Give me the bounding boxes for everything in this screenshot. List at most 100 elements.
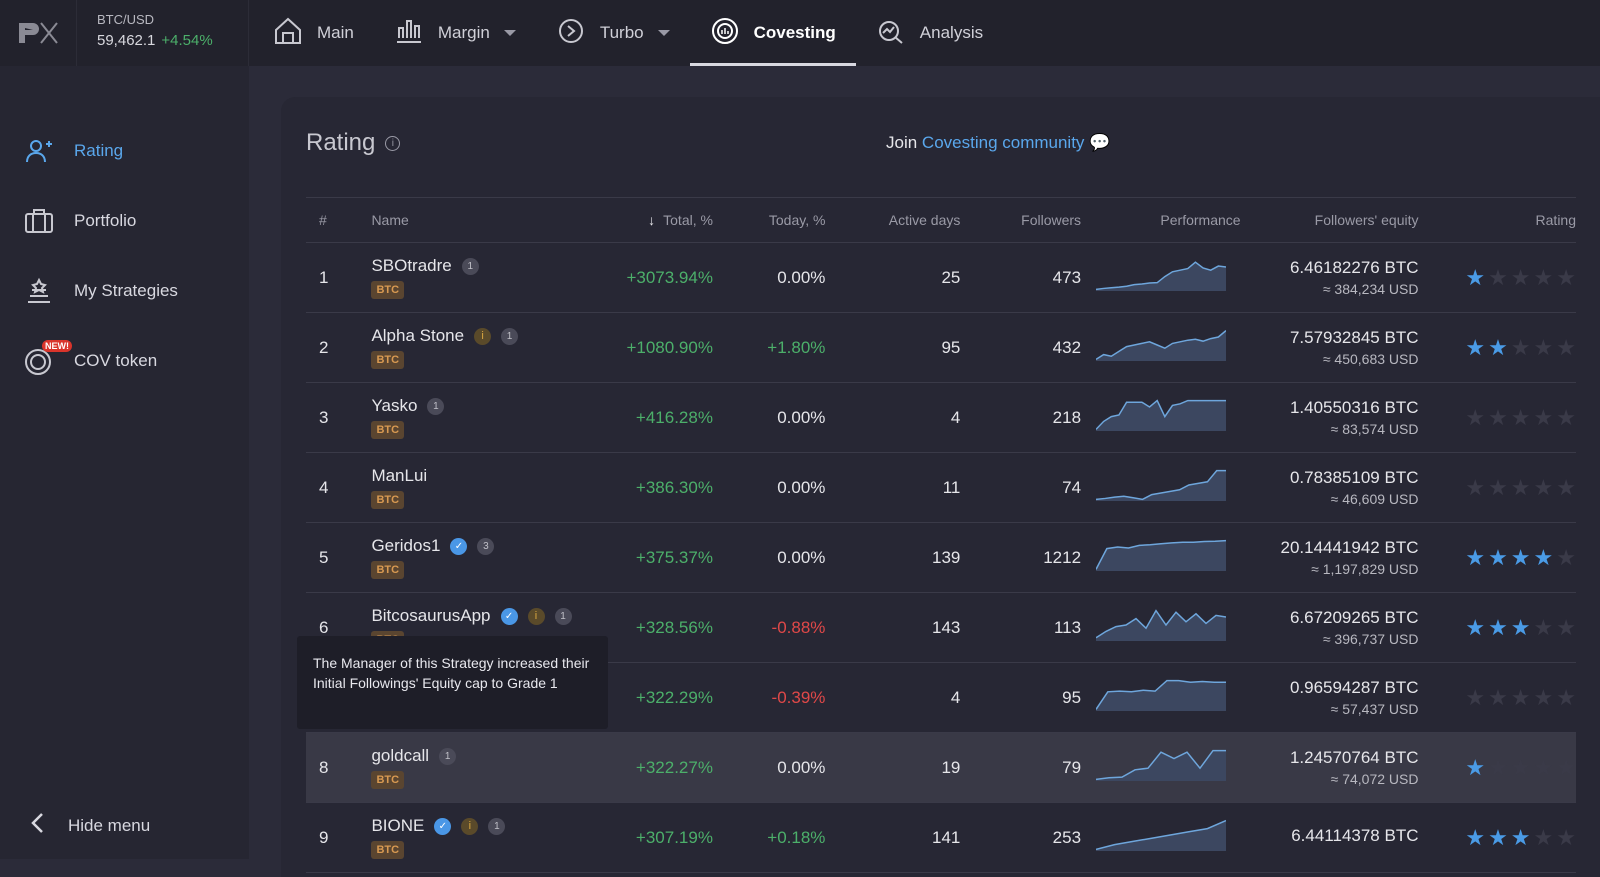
column-label: Rating (1535, 212, 1576, 228)
caret-down-icon[interactable] (657, 30, 670, 36)
nav-label: Margin (437, 23, 490, 42)
nav-margin[interactable]: Margin (374, 0, 536, 66)
join-prefix: Join (886, 133, 918, 152)
table-row[interactable]: 4 ManLui BTC +386.30% 0.00% 11 74 0.78385… (306, 452, 1576, 523)
sidebar-item-cov-token[interactable]: NEW! COV token (0, 326, 249, 396)
table-row[interactable]: 8 goldcall 1 BTC +322.27% 0.00% 19 79 1.24… (306, 732, 1576, 803)
grade-badge: 1 (427, 397, 445, 415)
sidebar-item-label: Rating (74, 141, 124, 160)
column-header[interactable]: Active days (825, 197, 961, 243)
nav-main[interactable]: Main (253, 0, 374, 66)
equity-btc: 1.40550316 BTC (1289, 398, 1419, 417)
performance-sparkline (1095, 399, 1226, 431)
cov-token-icon: NEW! (24, 340, 72, 376)
info-warning-icon[interactable]: i (527, 607, 545, 625)
caret-down-icon[interactable] (503, 30, 516, 36)
star-icon: ★ (1465, 684, 1486, 710)
star-icon: ★ (1556, 824, 1576, 850)
info-warning-icon[interactable]: i (474, 327, 492, 345)
star-icon: ★ (1556, 544, 1576, 570)
followers: 473 (960, 242, 1082, 313)
info-icon[interactable]: i (385, 135, 401, 151)
rating-table: # Name ↓ Total, % Today, % Active days Followe… (306, 197, 1576, 873)
star-icon: ★ (1533, 824, 1554, 850)
star-icon: ★ (1510, 544, 1531, 570)
star-icon: ★ (1556, 404, 1576, 430)
star-rating: ★ ★ ★ ★ ★ (1418, 755, 1576, 781)
star-icon: ★ (1465, 474, 1486, 500)
strategy-name[interactable]: goldcall (371, 746, 429, 766)
equity-btc: 20.14441942 BTC (1280, 538, 1419, 557)
home-icon (273, 16, 303, 51)
column-header[interactable]: ↓ Total, % (596, 197, 713, 243)
strategy-name[interactable]: Alpha Stone (371, 326, 464, 346)
star-icon: ★ (1465, 404, 1486, 430)
total-percent: +322.29% (596, 662, 713, 733)
star-rating: ★ ★ ★ ★ ★ (1418, 475, 1576, 501)
rating-panel: Rating i Join Covesting community 💬 # Name… (281, 97, 1600, 877)
today-percent: 0.00% (712, 452, 826, 523)
chat-bubble-icon: 💬 (1089, 133, 1111, 152)
sidebar-item-my-strategies[interactable]: My Strategies (0, 256, 249, 326)
grade-badge: 1 (439, 747, 457, 765)
star-rating: ★ ★ ★ ★ ★ (1418, 265, 1576, 291)
column-label: Name (371, 212, 409, 228)
column-header[interactable]: Followers (960, 197, 1082, 243)
strategies-icon (24, 276, 54, 306)
followers: 95 (960, 662, 1082, 733)
hide-menu-label: Hide menu (68, 815, 151, 835)
nav-analysis[interactable]: Analysis (856, 0, 1003, 66)
column-header[interactable]: Rating (1418, 197, 1576, 243)
column-header[interactable]: Today, % (712, 197, 826, 243)
star-icon: ★ (1510, 614, 1531, 640)
equity-btc: 6.44114378 BTC (1291, 826, 1419, 845)
star-icon: ★ (1556, 474, 1576, 500)
strategy-name[interactable]: BitcosaurusApp (371, 606, 490, 626)
active-days: 139 (825, 522, 961, 593)
strategy-name[interactable]: BIONE (371, 816, 424, 836)
btc-usd-ticker[interactable]: BTC/USD 59,462.1 +4.54% (77, 0, 249, 66)
grade-badge: 1 (554, 607, 572, 625)
table-row[interactable]: 3 Yasko 1 BTC +416.28% 0.00% 4 218 1.40550… (306, 382, 1576, 453)
star-icon: ★ (1533, 684, 1554, 710)
px-logo[interactable] (0, 0, 77, 66)
equity-usd: ≈ 46,609 USD (1330, 491, 1419, 507)
column-header[interactable]: Performance (1081, 197, 1241, 243)
table-row[interactable]: 1 SBOtradre 1 BTC +3073.94% 0.00% 25 473 6… (306, 242, 1576, 313)
currency-badge: BTC (371, 771, 405, 789)
star-icon: ★ (1556, 614, 1576, 640)
strategy-name[interactable]: Yasko (371, 396, 417, 416)
active-days: 95 (825, 312, 961, 383)
join-community: Join Covesting community 💬 (886, 133, 1110, 153)
column-header[interactable]: Name (371, 197, 597, 243)
covesting-community-link[interactable]: Covesting community (922, 133, 1085, 152)
star-icon: ★ (1465, 754, 1486, 780)
followers: 1212 (960, 522, 1082, 593)
star-rating: ★ ★ ★ ★ ★ (1418, 545, 1576, 571)
total-percent: +307.19% (596, 802, 713, 873)
strategy-name[interactable]: Geridos1 (371, 536, 440, 556)
strategy-name[interactable]: SBOtradre (371, 256, 451, 276)
grade-badge: 3 (477, 537, 495, 555)
nav-turbo[interactable]: Turbo (536, 0, 690, 66)
column-header[interactable]: Followers' equity (1240, 197, 1419, 243)
sidebar-item-rating[interactable]: Rating (0, 116, 249, 186)
page-title: Rating (306, 129, 376, 156)
hide-menu-button[interactable]: Hide menu (30, 812, 150, 839)
info-warning-icon[interactable]: i (461, 817, 479, 835)
equity-usd: ≈ 384,234 USD (1322, 281, 1419, 297)
nav-label: Analysis (919, 23, 984, 42)
active-days: 19 (825, 732, 961, 803)
performance-sparkline (1095, 679, 1226, 711)
sidebar: Rating Portfolio My Strategies NEW! COV toke… (0, 66, 249, 859)
equity-usd: ≈ 1,197,829 USD (1311, 561, 1419, 577)
table-row[interactable]: 2 Alpha Stone i 1 BTC +1080.90% +1.80% 95 4… (306, 312, 1576, 383)
followers: 79 (960, 732, 1082, 803)
equity-btc: 0.78385109 BTC (1289, 468, 1419, 487)
table-row[interactable]: 9 BIONE ✓ i 1 BTC +307.19% +0.18% 141 253 6.… (306, 802, 1576, 873)
nav-covesting[interactable]: Covesting (689, 0, 856, 66)
sidebar-item-portfolio[interactable]: Portfolio (0, 186, 249, 256)
table-row[interactable]: 5 Geridos1 ✓ 3 BTC +375.37% 0.00% 139 1212 … (306, 522, 1576, 593)
strategy-name[interactable]: ManLui (371, 466, 427, 486)
equity-usd: ≈ 74,072 USD (1330, 771, 1419, 787)
